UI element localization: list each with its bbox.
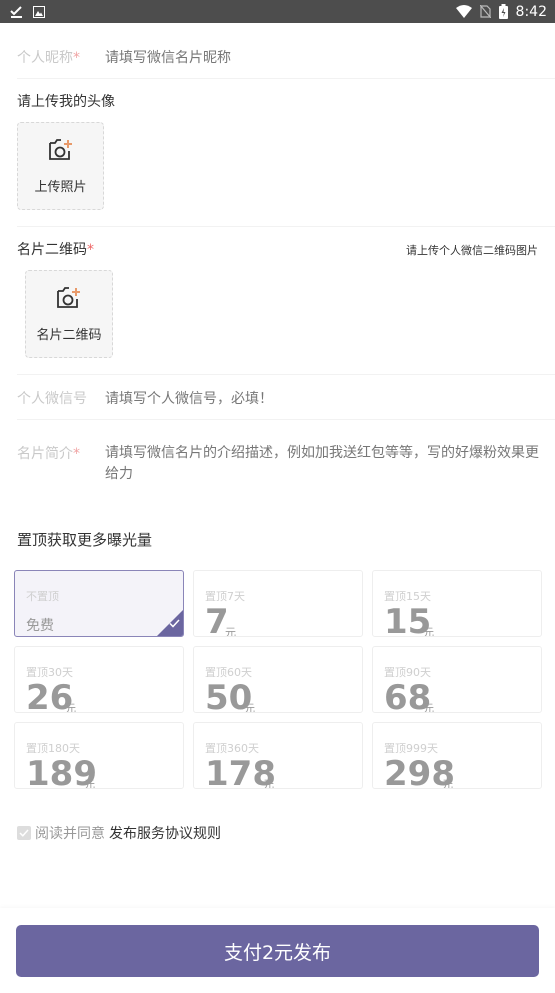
pin-option-unit: 元	[442, 778, 453, 789]
divider	[17, 374, 555, 375]
pin-option-90[interactable]: 置顶90天 68 元	[372, 646, 542, 713]
nickname-label: 个人昵称*	[17, 50, 80, 66]
pin-option-price: 免费	[26, 618, 54, 634]
status-bar: 8:42	[0, 0, 555, 23]
pin-option-unit: 元	[423, 702, 434, 713]
image-notification-icon	[33, 5, 45, 18]
intro-label: 名片简介*	[17, 446, 80, 462]
no-sim-icon	[479, 5, 491, 18]
pin-option-180[interactable]: 置顶180天 189 元	[14, 722, 184, 789]
camera-add-icon	[55, 286, 83, 314]
nickname-input[interactable]: 请填写微信名片昵称	[105, 47, 231, 67]
qrcode-hint: 请上传个人微信二维码图片	[406, 244, 538, 257]
pin-option-60[interactable]: 置顶60天 50 元	[193, 646, 363, 713]
pin-section-title: 置顶获取更多曝光量	[17, 531, 153, 549]
pin-option-name: 不置顶	[26, 590, 59, 603]
pin-option-7[interactable]: 置顶7天 7 元	[193, 570, 363, 637]
pin-option-15[interactable]: 置顶15天 15 元	[372, 570, 542, 637]
intro-line-2: 给力	[105, 466, 133, 482]
pin-option-unit: 元	[244, 702, 255, 713]
download-done-icon	[10, 5, 23, 18]
camera-add-icon	[47, 138, 75, 166]
pin-option-999[interactable]: 置顶999天 298 元	[372, 722, 542, 789]
qrcode-title: 名片二维码*	[17, 242, 94, 258]
agreement-row: 阅读并同意 发布服务协议规则	[17, 823, 221, 843]
qrcode-upload-caption: 名片二维码	[36, 327, 102, 343]
wechat-id-label: 个人微信号	[17, 391, 87, 407]
wechat-id-input[interactable]: 请填写个人微信号，必填！	[105, 388, 273, 408]
agreement-link[interactable]: 发布服务协议规则	[109, 823, 221, 843]
wifi-icon	[455, 5, 472, 18]
agreement-checkbox[interactable]	[17, 826, 31, 840]
divider	[17, 226, 555, 227]
agreement-prefix: 阅读并同意	[35, 826, 105, 842]
pin-option-unit: 元	[84, 778, 95, 789]
pin-option-360[interactable]: 置顶360天 178 元	[193, 722, 363, 789]
intro-textarea[interactable]: 请填写微信名片的介绍描述，例如加我送红包等等，写的好爆粉效果更 给力	[105, 443, 545, 485]
pay-publish-button[interactable]: 支付2元发布	[16, 925, 539, 977]
pin-option-none[interactable]: 不置顶 免费	[14, 570, 184, 637]
pin-option-unit: 元	[65, 702, 76, 713]
divider	[17, 78, 555, 79]
pin-option-unit: 元	[263, 778, 274, 789]
pin-option-unit: 元	[225, 626, 236, 637]
qrcode-upload-button[interactable]: 名片二维码	[25, 270, 113, 358]
pin-option-30[interactable]: 置顶30天 26 元	[14, 646, 184, 713]
battery-icon	[498, 4, 508, 19]
avatar-upload-caption: 上传照片	[34, 179, 87, 195]
avatar-title: 请上传我的头像	[17, 94, 115, 110]
clock-time: 8:42	[515, 3, 547, 20]
bottom-bar: 支付2元发布	[0, 908, 555, 993]
pin-option-unit: 元	[423, 626, 434, 637]
intro-line-1: 请填写微信名片的介绍描述，例如加我送红包等等，写的好爆粉效果更	[105, 445, 539, 461]
divider	[17, 419, 555, 420]
check-icon	[169, 613, 180, 632]
avatar-upload-button[interactable]: 上传照片	[17, 122, 104, 210]
